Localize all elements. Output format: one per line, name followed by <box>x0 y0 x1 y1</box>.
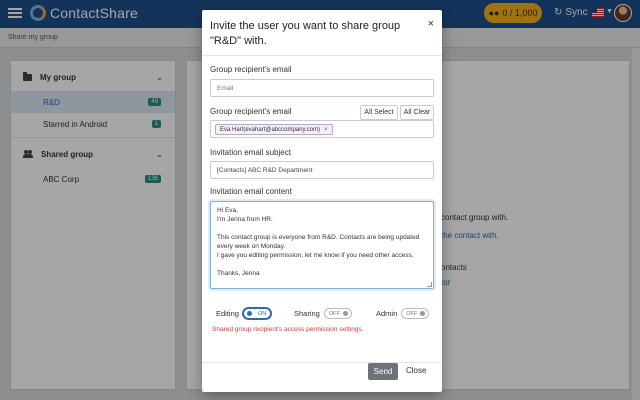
resize-handle[interactable] <box>427 282 432 287</box>
send-button[interactable]: Send <box>368 363 398 380</box>
toggle-state: ON <box>257 310 267 317</box>
sharing-label: Sharing <box>294 309 320 318</box>
email-field[interactable]: Email <box>210 79 434 97</box>
toggle-knob <box>246 311 252 316</box>
content-line: Hi Eva, <box>217 207 238 214</box>
remove-recipient-icon[interactable]: × <box>324 127 328 133</box>
recipient-list-field[interactable]: Eva Hart(evahart@abccompany.com) × <box>210 120 434 138</box>
content-textarea[interactable]: Hi Eva, I'm Jenna from HR. This contact … <box>210 201 434 289</box>
sharing-permission: Sharing OFF <box>294 308 352 319</box>
editing-label: Editing <box>216 309 239 318</box>
toggle-knob <box>342 311 348 316</box>
content-line: This contact group is everyone from R&D.… <box>217 234 420 241</box>
editing-toggle[interactable]: ON <box>242 308 271 319</box>
content-line: I'm Jenna from HR. <box>217 216 273 223</box>
toggle-knob <box>420 311 426 316</box>
content-label: Invitation email content <box>210 187 292 196</box>
dialog-header: Invite the user you want to share group … <box>202 10 442 56</box>
close-icon[interactable]: × <box>428 18 434 30</box>
content-line: Thanks, Jenna <box>217 270 260 277</box>
all-select-button[interactable]: All Select <box>360 105 398 120</box>
dialog-title: Invite the user you want to share group … <box>210 20 401 47</box>
permission-note: Shared group recipient's access permissi… <box>212 326 364 333</box>
toggle-state: OFF <box>406 310 418 317</box>
recipient-email-label: Group recipient's email <box>210 107 292 116</box>
recipient-chip[interactable]: Eva Hart(evahart@abccompany.com) × <box>215 124 333 135</box>
toggle-state: OFF <box>328 310 340 317</box>
share-group-dialog: Invite the user you want to share group … <box>202 10 442 392</box>
email-label: Group recipient's email <box>210 65 292 74</box>
all-clear-button[interactable]: All Clear <box>400 105 434 120</box>
admin-toggle[interactable]: OFF <box>401 308 430 319</box>
close-button[interactable]: Close <box>406 366 426 375</box>
admin-label: Admin <box>376 309 398 318</box>
admin-permission: Admin OFF <box>376 308 430 319</box>
subject-value: [Contacts] ABC R&D Department <box>217 167 313 174</box>
subject-field[interactable]: [Contacts] ABC R&D Department <box>210 161 434 179</box>
subject-label: Invitation email subject <box>210 148 291 157</box>
content-line: I gave you editing permission, let me kn… <box>217 252 414 259</box>
sharing-toggle[interactable]: OFF <box>323 308 352 319</box>
email-placeholder: Email <box>217 85 234 92</box>
content-line: every week on Monday. <box>217 243 286 250</box>
recipient-chip-label: Eva Hart(evahart@abccompany.com) <box>220 126 321 133</box>
editing-permission: Editing ON <box>216 308 271 319</box>
